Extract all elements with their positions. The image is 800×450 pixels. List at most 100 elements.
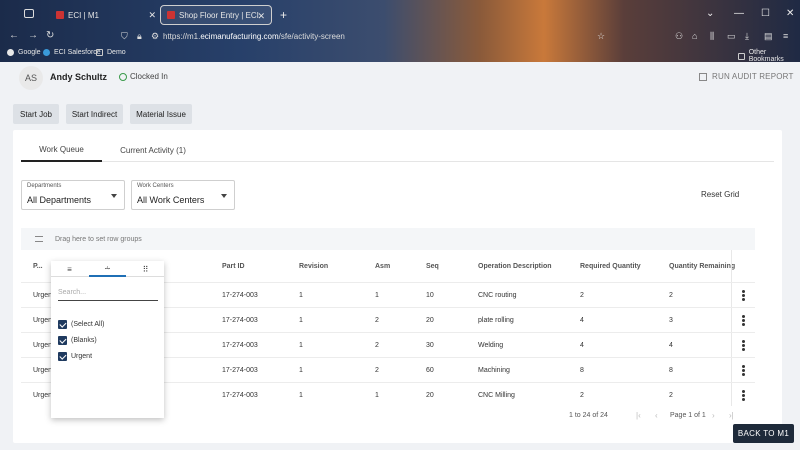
checkbox-checked-icon[interactable]: [58, 336, 67, 345]
next-page-icon[interactable]: ›: [712, 411, 715, 420]
status-badge: Clocked In: [119, 72, 168, 81]
cell-required: 4: [580, 342, 584, 349]
menu-icon[interactable]: ≡: [783, 31, 788, 41]
new-tab-icon[interactable]: +: [280, 8, 287, 22]
column-header-required[interactable]: Required Quantity: [580, 250, 641, 282]
caret-down-icon: [111, 194, 117, 198]
browser-tab-bar: ECI | M1 ✕ Shop Floor Entry | ECI ✕ + ⌄ …: [0, 0, 800, 28]
user-name: Andy Schultz: [50, 72, 108, 82]
cell-remaining: 8: [669, 367, 673, 374]
column-header-asm[interactable]: Asm: [375, 250, 390, 282]
cell-part-id: 17-274-003: [222, 342, 258, 349]
reset-grid-button[interactable]: Reset Grid: [701, 190, 739, 199]
bookmark-google[interactable]: Google: [7, 49, 41, 56]
cell-remaining: 2: [669, 292, 673, 299]
caret-down-icon: [221, 194, 227, 198]
general-menu-icon[interactable]: ≡: [51, 261, 88, 277]
bookmark-eci-salesforce[interactable]: ECI Salesforce: [43, 49, 101, 56]
permissions-icon[interactable]: ⚙: [151, 31, 159, 42]
column-header-seq[interactable]: Seq: [426, 250, 439, 282]
column-header-revision[interactable]: Revision: [299, 250, 328, 282]
extensions-icon[interactable]: ▤: [764, 31, 773, 42]
column-header-part-id[interactable]: Part ID: [222, 250, 245, 282]
start-job-button[interactable]: Start Job: [13, 104, 59, 124]
row-menu-icon[interactable]: [742, 390, 745, 401]
browser-tab-eci-m1[interactable]: ECI | M1 ✕: [50, 5, 162, 25]
filter-option-select-all[interactable]: (Select All): [58, 320, 104, 329]
cell-asm: 2: [375, 367, 379, 374]
account-icon[interactable]: ⚇: [675, 31, 683, 42]
address-bar[interactable]: https://m1.ecimanufacturing.com/sfe/acti…: [163, 32, 345, 41]
shield-icon[interactable]: ⛉: [121, 31, 128, 42]
bookmark-demo[interactable]: Demo: [96, 49, 126, 56]
url-path: /sfe/activity-screen: [278, 32, 345, 41]
cell-remaining: 4: [669, 342, 673, 349]
column-header-operation[interactable]: Operation Description: [478, 250, 552, 282]
row-menu-icon[interactable]: [742, 365, 745, 376]
browser-tab-shop-floor[interactable]: Shop Floor Entry | ECI ✕: [160, 5, 272, 25]
reload-icon[interactable]: ↻: [46, 30, 54, 41]
back-arrow-icon[interactable]: ←: [9, 30, 19, 41]
material-issue-button[interactable]: Material Issue: [130, 104, 192, 124]
row-menu-icon[interactable]: [742, 315, 745, 326]
work-centers-value: All Work Centers: [137, 195, 205, 205]
first-page-icon[interactable]: |‹: [636, 411, 641, 420]
run-audit-report-button[interactable]: RUN AUDIT REPORT: [699, 72, 794, 81]
row-menu-icon[interactable]: [742, 290, 745, 301]
start-indirect-button[interactable]: Start Indirect: [66, 104, 123, 124]
cell-required: 2: [580, 292, 584, 299]
cell-asm: 2: [375, 317, 379, 324]
library-icon[interactable]: ⫼: [710, 31, 714, 42]
minimize-icon[interactable]: —: [734, 8, 744, 19]
close-icon[interactable]: ✕: [257, 11, 265, 22]
row-group-panel[interactable]: Drag here to set row groups: [21, 228, 755, 250]
audit-label: RUN AUDIT REPORT: [712, 72, 794, 81]
row-menu-icon[interactable]: [742, 340, 745, 351]
last-page-icon[interactable]: ›|: [729, 411, 734, 420]
tab-work-queue[interactable]: Work Queue: [21, 138, 102, 162]
cell-asm: 1: [375, 392, 379, 399]
group-hint: Drag here to set row groups: [55, 235, 142, 243]
cell-asm: 1: [375, 292, 379, 299]
reader-icon[interactable]: ▭: [727, 31, 736, 42]
checkbox-checked-icon[interactable]: [58, 352, 67, 361]
cell-operation: CNC routing: [478, 292, 517, 299]
filter-search-input[interactable]: Search...: [58, 289, 158, 301]
forward-arrow-icon[interactable]: →: [28, 30, 38, 41]
column-header-remaining[interactable]: Quantity Remaining: [669, 250, 735, 282]
close-icon[interactable]: ✕: [148, 10, 156, 21]
cell-operation: CNC Milling: [478, 392, 515, 399]
folder-icon: [96, 49, 103, 56]
cell-remaining: 3: [669, 317, 673, 324]
lock-icon: 🔒︎: [137, 31, 142, 41]
column-header-priority[interactable]: P...: [33, 250, 43, 282]
checkbox-checked-icon[interactable]: [58, 320, 67, 329]
cell-revision: 1: [299, 342, 303, 349]
tab-list-icon[interactable]: ⌄: [706, 8, 714, 19]
back-to-m1-button[interactable]: BACK TO M1: [733, 424, 794, 443]
url-host: https://m1.: [163, 32, 201, 41]
other-bookmarks[interactable]: Other Bookmarks: [738, 49, 800, 63]
tab-overview-icon[interactable]: [24, 9, 34, 18]
filter-option-urgent[interactable]: Urgent: [58, 352, 92, 361]
download-icon[interactable]: ⤓: [745, 31, 749, 42]
eci-favicon-icon: [167, 11, 175, 19]
filter-popup-tabs: ≡ ⩪ ⠿: [51, 261, 164, 277]
prev-page-icon[interactable]: ‹: [655, 411, 658, 420]
work-centers-select[interactable]: Work Centers All Work Centers: [131, 180, 235, 210]
maximize-icon[interactable]: ☐: [761, 8, 770, 19]
page-text: Page 1 of 1: [670, 412, 706, 419]
filter-option-blanks[interactable]: (Blanks): [58, 336, 97, 345]
home-icon[interactable]: ⌂: [692, 31, 697, 41]
cell-seq: 30: [426, 342, 434, 349]
report-icon: [699, 72, 707, 81]
bookmark-star-icon[interactable]: ☆: [597, 31, 605, 42]
departments-select[interactable]: Departments All Departments: [21, 180, 125, 210]
cell-operation: Welding: [478, 342, 504, 349]
tab-current-activity[interactable]: Current Activity (1): [109, 138, 197, 162]
window-close-icon[interactable]: ✕: [786, 8, 794, 19]
filter-icon[interactable]: ⩪: [89, 261, 126, 277]
clock-icon: [119, 72, 127, 81]
cell-revision: 1: [299, 367, 303, 374]
columns-icon[interactable]: ⠿: [127, 261, 164, 277]
